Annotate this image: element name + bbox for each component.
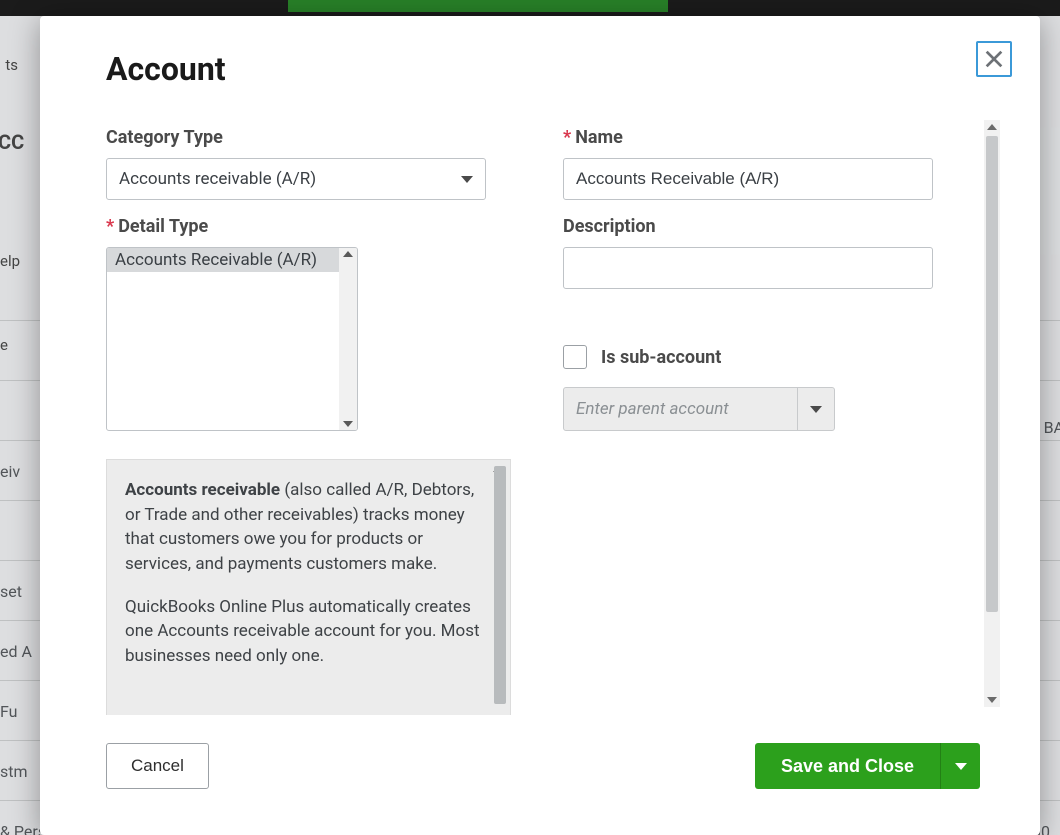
- category-type-label: Category Type: [106, 127, 523, 148]
- listbox-scrollbar[interactable]: [339, 248, 357, 430]
- category-type-value: Accounts receivable (A/R): [119, 169, 316, 189]
- description-label: Description: [563, 216, 980, 237]
- close-icon: [983, 48, 1005, 70]
- chevron-down-icon: [810, 406, 822, 413]
- category-type-select[interactable]: Accounts receivable (A/R): [106, 158, 486, 200]
- account-modal: Account Category Type Accounts receivabl…: [40, 16, 1040, 835]
- save-dropdown-button[interactable]: [940, 743, 980, 789]
- name-input[interactable]: [563, 158, 933, 200]
- save-and-close-button[interactable]: Save and Close: [755, 743, 940, 789]
- scroll-down-icon: [987, 697, 997, 703]
- scroll-thumb[interactable]: [494, 466, 506, 704]
- close-button[interactable]: [976, 41, 1012, 77]
- left-column: Category Type Accounts receivable (A/R) …: [106, 111, 523, 715]
- scroll-down-icon: [343, 421, 353, 427]
- sub-account-checkbox[interactable]: [563, 345, 587, 369]
- detail-type-option[interactable]: Accounts Receivable (A/R): [107, 248, 357, 272]
- parent-account-select[interactable]: Enter parent account: [563, 387, 835, 431]
- parent-account-placeholder: Enter parent account: [564, 399, 797, 419]
- detail-type-listbox[interactable]: Accounts Receivable (A/R): [106, 247, 358, 431]
- parent-account-dropdown-button[interactable]: [797, 388, 834, 430]
- cancel-button[interactable]: Cancel: [106, 743, 209, 789]
- detail-type-label: Detail Type: [106, 216, 523, 237]
- modal-body-scrollbar[interactable]: [984, 120, 1000, 707]
- modal-footer: Cancel Save and Close: [106, 743, 980, 789]
- detail-type-help: Accounts receivable (also called A/R, De…: [106, 459, 511, 715]
- name-label: Name: [563, 127, 980, 148]
- chevron-down-icon: [955, 763, 967, 770]
- right-column: Name Description Is sub-account Enter pa…: [563, 111, 980, 715]
- modal-title: Account: [106, 50, 226, 88]
- help-scrollbar[interactable]: [490, 466, 506, 714]
- scroll-up-icon: [987, 124, 997, 130]
- scroll-thumb[interactable]: [986, 136, 998, 612]
- sub-account-label: Is sub-account: [601, 347, 721, 368]
- chevron-down-icon: [461, 176, 473, 183]
- scroll-up-icon: [343, 251, 353, 257]
- description-input[interactable]: [563, 247, 933, 289]
